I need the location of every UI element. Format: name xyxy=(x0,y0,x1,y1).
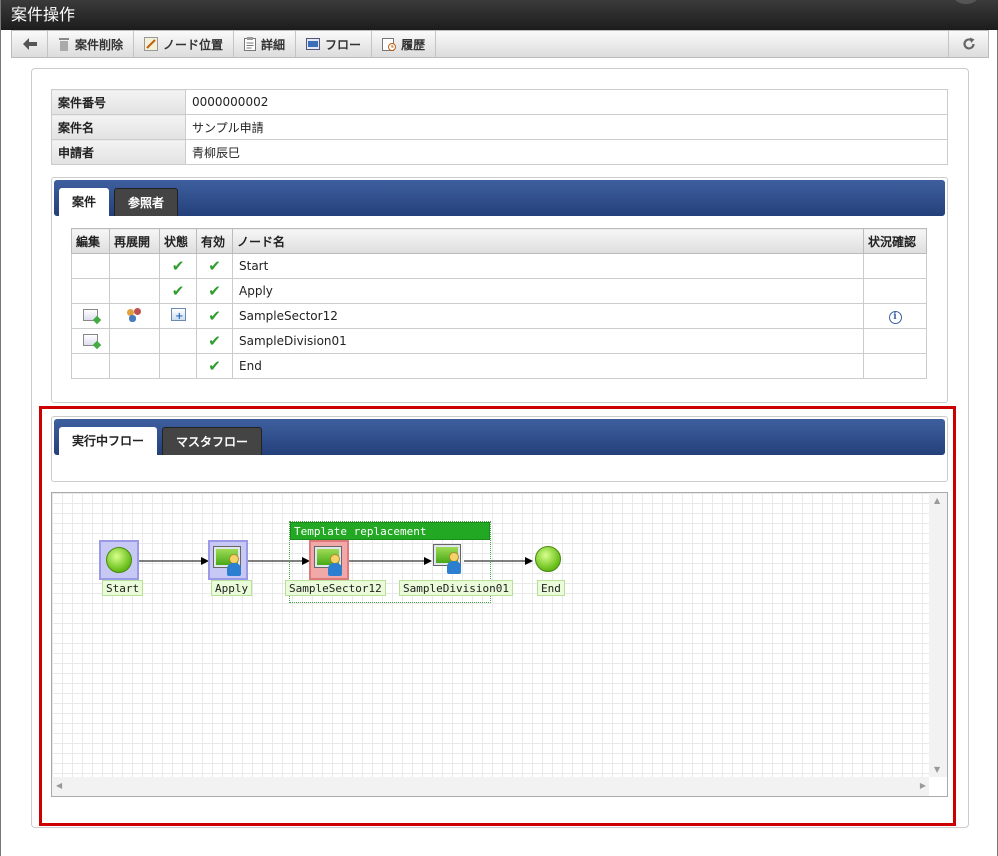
flow-node-sample-division01[interactable] xyxy=(431,542,465,578)
check-icon: ✔ xyxy=(208,282,221,300)
col-status-check: 状況確認 xyxy=(863,228,927,254)
col-valid: 有効 xyxy=(196,228,233,254)
case-number-value: 0000000002 xyxy=(185,89,948,115)
flow-node-label: SampleSector12 xyxy=(285,580,386,596)
node-position-icon xyxy=(144,37,159,51)
refresh-button[interactable] xyxy=(948,31,988,57)
flow-node-apply[interactable] xyxy=(208,540,248,580)
col-state: 状態 xyxy=(159,228,197,254)
case-tab-bar: 案件 参照者 xyxy=(54,180,945,216)
history-icon xyxy=(382,38,397,51)
window-title-bar: 案件操作 xyxy=(1,0,998,30)
node-name: Apply xyxy=(232,278,864,304)
check-icon: ✔ xyxy=(171,282,185,300)
start-node-icon xyxy=(106,547,132,573)
flow-label: フロー xyxy=(325,37,362,52)
applicant-key: 申請者 xyxy=(51,139,186,165)
flow-connectors xyxy=(139,557,533,565)
table-row: ✔ ✔ Start xyxy=(71,253,927,279)
tab-case[interactable]: 案件 xyxy=(59,188,110,216)
case-name-value: サンプル申請 xyxy=(185,114,948,140)
refresh-icon xyxy=(962,37,975,50)
edit-icon[interactable] xyxy=(83,308,98,321)
col-edit: 編集 xyxy=(71,228,110,254)
delete-case-label: 案件削除 xyxy=(75,37,124,52)
scroll-right-icon[interactable]: ▶ xyxy=(920,781,926,790)
check-icon: ✔ xyxy=(171,257,185,275)
table-row: ✔ SampleDivision01 xyxy=(71,328,927,354)
case-number-key: 案件番号 xyxy=(51,89,186,115)
node-name: SampleSector12 xyxy=(232,303,864,329)
history-button[interactable]: 履歴 xyxy=(372,31,437,57)
clipboard-icon xyxy=(244,37,257,51)
col-node-name: ノード名 xyxy=(232,228,864,254)
node-name: SampleDivision01 xyxy=(232,328,864,354)
table-row: 申請者 青柳辰巳 xyxy=(51,139,948,165)
check-icon: ✔ xyxy=(208,257,221,275)
tab-master-flow[interactable]: マスタフロー xyxy=(162,427,263,455)
edit-icon[interactable] xyxy=(83,333,98,346)
window-title: 案件操作 xyxy=(11,5,76,24)
table-row: ✔ ✔ Apply xyxy=(71,278,927,304)
person-icon xyxy=(447,552,461,574)
node-name: Start xyxy=(232,253,864,279)
col-redeploy: 再展開 xyxy=(109,228,160,254)
flow-canvas[interactable]: Start Apply Template replacement SampleS… xyxy=(51,492,948,797)
flow-node-start[interactable] xyxy=(99,540,139,580)
horizontal-scrollbar[interactable]: ◀ ▶ xyxy=(52,777,930,796)
flow-icon xyxy=(306,38,321,50)
person-icon xyxy=(227,554,241,576)
scrollbar-corner xyxy=(929,777,947,796)
back-arrow-icon xyxy=(22,38,37,50)
case-info-table: 案件番号 0000000002 案件名 サンプル申請 申請者 青柳辰巳 xyxy=(51,89,948,165)
node-name: End xyxy=(232,353,864,379)
node-table: 編集 再展開 状態 有効 ノード名 状況確認 ✔ ✔ Start ✔ ✔ App… xyxy=(71,228,927,379)
table-row: 案件名 サンプル申請 xyxy=(51,114,948,140)
applicant-value: 青柳辰巳 xyxy=(185,139,948,165)
case-panel: 案件 参照者 編集 再展開 状態 有効 ノード名 状況確認 ✔ ✔ Start … xyxy=(51,177,948,403)
tab-running-flow[interactable]: 実行中フロー xyxy=(59,427,158,455)
scroll-up-icon[interactable]: ▲ xyxy=(934,496,940,505)
users-icon[interactable] xyxy=(126,307,143,322)
table-row: ✔ SampleSector12 i xyxy=(71,303,927,329)
person-icon xyxy=(328,554,342,576)
table-row: ✔ End xyxy=(71,353,927,379)
vertical-scrollbar[interactable]: ▲ ▼ xyxy=(929,493,947,777)
scroll-left-icon[interactable]: ◀ xyxy=(56,781,62,790)
check-icon: ✔ xyxy=(208,357,221,375)
flow-node-label: SampleDivision01 xyxy=(399,580,513,596)
check-icon: ✔ xyxy=(208,332,221,350)
detail-button[interactable]: 詳細 xyxy=(234,31,297,57)
flow-node-sample-sector12[interactable] xyxy=(309,540,349,580)
history-label: 履歴 xyxy=(401,37,426,52)
case-name-key: 案件名 xyxy=(51,114,186,140)
check-icon: ✔ xyxy=(208,307,221,325)
toolbar: 案件削除 ノード位置 詳細 フロー 履歴 xyxy=(11,30,989,58)
table-header-row: 編集 再展開 状態 有効 ノード名 状況確認 xyxy=(71,228,927,254)
flow-node-label: Apply xyxy=(211,580,253,596)
node-position-label: ノード位置 xyxy=(163,37,224,52)
trash-icon xyxy=(59,38,69,51)
table-row: 案件番号 0000000002 xyxy=(51,89,948,115)
delete-case-button[interactable]: 案件削除 xyxy=(48,31,135,57)
template-title: Template replacement xyxy=(290,522,490,540)
flow-tab-bar: 実行中フロー マスタフロー xyxy=(54,419,945,455)
flow-button[interactable]: フロー xyxy=(296,31,373,57)
detail-label: 詳細 xyxy=(261,37,286,52)
flow-node-label: End xyxy=(537,580,565,596)
flow-node-label: Start xyxy=(102,580,144,596)
scroll-down-icon[interactable]: ▼ xyxy=(934,765,940,774)
back-button[interactable] xyxy=(12,31,48,57)
flow-node-end[interactable] xyxy=(535,546,561,572)
user-avatar[interactable] xyxy=(953,0,979,4)
flow-panel: 実行中フロー マスタフロー xyxy=(51,416,948,482)
running-state-icon xyxy=(170,308,186,322)
info-icon[interactable]: i xyxy=(888,311,902,324)
node-position-button[interactable]: ノード位置 xyxy=(134,31,235,57)
tab-participants[interactable]: 参照者 xyxy=(114,188,179,216)
